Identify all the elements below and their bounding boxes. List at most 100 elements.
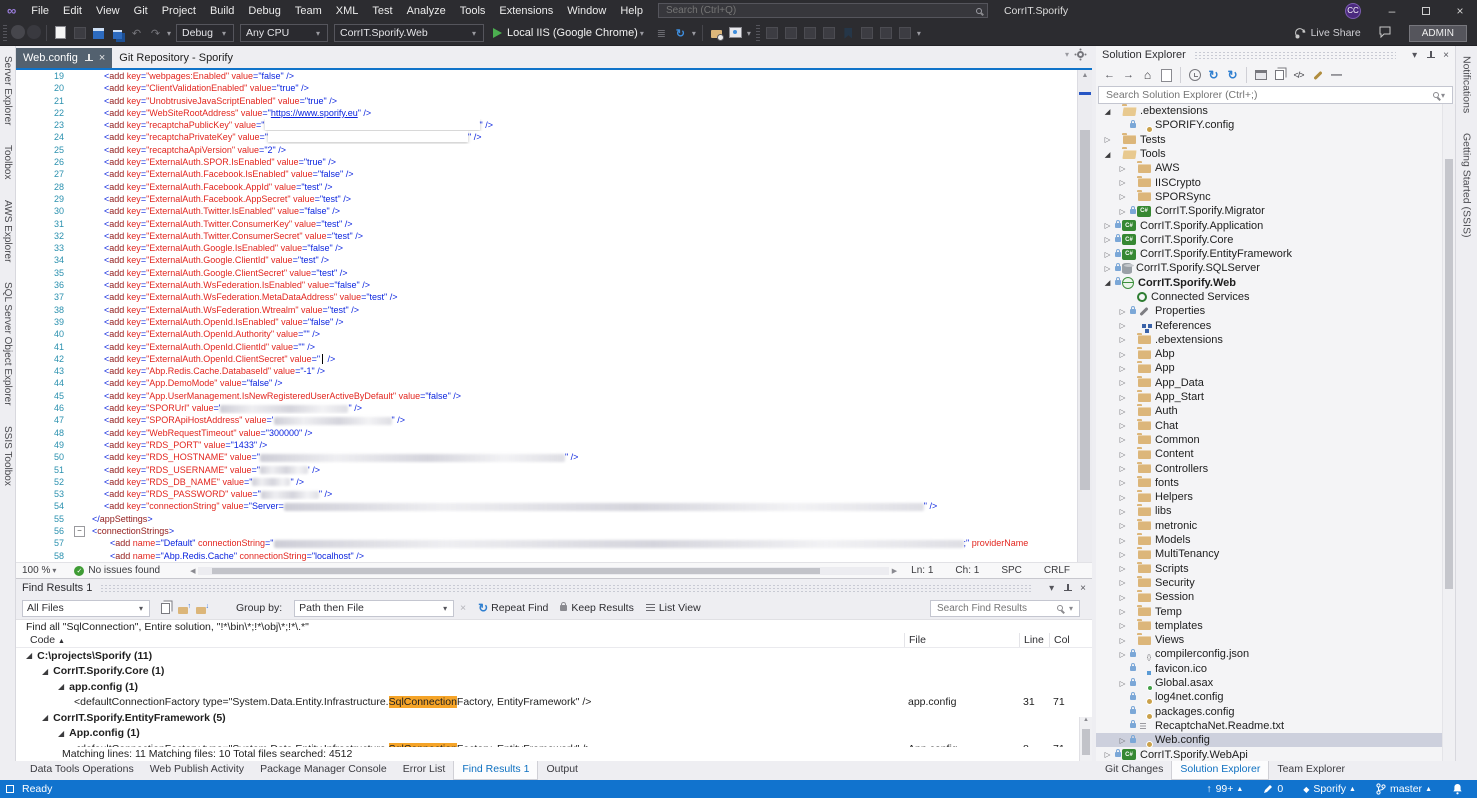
- tree-item-corrit-sporify-core[interactable]: ▷CorrIT.Sporify.Core: [1096, 233, 1455, 247]
- collapsed-twistie-icon[interactable]: ▷: [1117, 350, 1128, 359]
- collapsed-twistie-icon[interactable]: ▷: [1117, 564, 1128, 573]
- editor-line[interactable]: 32<add key="ExternalAuth.Twitter.Consume…: [16, 230, 1077, 242]
- tree-item-iiscrypto[interactable]: ▷IISCrypto: [1096, 175, 1455, 189]
- close-icon[interactable]: ×: [1443, 50, 1449, 61]
- find-result-row[interactable]: ◢CorrIT.Sporify.EntityFramework (5): [16, 710, 1092, 726]
- menu-tools[interactable]: Tools: [453, 3, 493, 19]
- panel-dropdown-icon[interactable]: ▾: [1049, 583, 1054, 594]
- tree-item-sporify-config[interactable]: SPORIFY.config: [1096, 118, 1455, 132]
- collapsed-twistie-icon[interactable]: ▷: [1117, 621, 1128, 630]
- browser-link-icon[interactable]: [727, 24, 744, 41]
- code-view-icon[interactable]: </>: [1290, 67, 1307, 83]
- tree-item-corrit-sporify-application[interactable]: ▷CorrIT.Sporify.Application: [1096, 218, 1455, 232]
- expanded-twistie-icon[interactable]: ◢: [1102, 278, 1113, 287]
- copy-path-icon[interactable]: [1271, 67, 1288, 83]
- collapsed-twistie-icon[interactable]: ▷: [1102, 264, 1113, 273]
- branch-button[interactable]: master▲: [1376, 783, 1432, 795]
- editor-line[interactable]: 54<add key="connectionString" value="Ser…: [16, 500, 1077, 512]
- tree-item-tools[interactable]: ◢Tools: [1096, 147, 1455, 161]
- gear-icon[interactable]: [1077, 51, 1084, 58]
- home-icon[interactable]: ⌂: [1139, 67, 1156, 83]
- health-check-icon[interactable]: ✓: [74, 566, 84, 576]
- find-result-row[interactable]: ◢CorrIT.Sporify.Core (1): [16, 664, 1092, 680]
- expanded-twistie-icon[interactable]: ◢: [58, 729, 64, 738]
- forward-icon[interactable]: →: [1120, 67, 1137, 83]
- find-result-row[interactable]: <defaultConnectionFactory type="System.D…: [16, 695, 1092, 711]
- menu-edit[interactable]: Edit: [56, 3, 89, 19]
- tree-item-corrit-sporify-webapi[interactable]: ▷CorrIT.Sporify.WebApi: [1096, 747, 1455, 761]
- nest-related-icon[interactable]: [1252, 67, 1269, 83]
- pin-icon[interactable]: [1427, 51, 1435, 60]
- editor-line[interactable]: 26<add key="ExternalAuth.SPOR.IsEnabled"…: [16, 156, 1077, 168]
- group-by-dropdown[interactable]: Path then File▾: [294, 600, 454, 617]
- save-icon[interactable]: [90, 25, 107, 42]
- tree-item-templates[interactable]: ▷templates: [1096, 619, 1455, 633]
- menu-extensions[interactable]: Extensions: [492, 3, 560, 19]
- refresh-icon[interactable]: [672, 25, 689, 42]
- undock-icon[interactable]: [764, 24, 781, 41]
- collapse-all-icon[interactable]: —: [1328, 67, 1345, 83]
- tree-item-sporsync[interactable]: ▷SPORSync: [1096, 190, 1455, 204]
- collapsed-twistie-icon[interactable]: ▷: [1117, 493, 1128, 502]
- editor-line[interactable]: 52<add key="RDS_DB_NAME" value="" />: [16, 476, 1077, 488]
- editor-line[interactable]: 33<add key="ExternalAuth.Google.IsEnable…: [16, 242, 1077, 254]
- editor-horizontal-scrollbar[interactable]: ◀ ▶: [190, 567, 897, 575]
- redo-icon[interactable]: [147, 25, 164, 42]
- tree-item-ebextensions[interactable]: ◢.ebextensions: [1096, 104, 1455, 118]
- admin-badge[interactable]: ADMIN: [1409, 25, 1467, 42]
- indent-increase-icon[interactable]: [821, 24, 838, 41]
- solution-search-box[interactable]: ▾: [1098, 86, 1453, 104]
- side-tab-ssis-toolbox[interactable]: SSIS Toolbox: [1, 416, 14, 496]
- editor-line[interactable]: 43<add key="Abp.Redis.Cache.DatabaseId" …: [16, 365, 1077, 377]
- collapsed-twistie-icon[interactable]: ▷: [1117, 593, 1128, 602]
- panel-tab-output[interactable]: Output: [538, 761, 586, 780]
- editor-line[interactable]: 38<add key="ExternalAuth.WsFederation.Wt…: [16, 304, 1077, 316]
- collapsed-twistie-icon[interactable]: ▷: [1117, 435, 1128, 444]
- panel-dropdown-icon[interactable]: ▾: [1412, 50, 1417, 61]
- find-result-row[interactable]: ◢App.config (1): [16, 726, 1092, 742]
- list-view-button[interactable]: List View: [659, 602, 701, 614]
- sync-icon[interactable]: ↻: [1205, 67, 1222, 83]
- editor-line[interactable]: 46<add key="SPORUrl" value='" />: [16, 402, 1077, 414]
- solution-explorer-header[interactable]: Solution Explorer ▾ ×: [1096, 46, 1455, 64]
- editor-line[interactable]: 35<add key="ExternalAuth.Google.ClientSe…: [16, 267, 1077, 279]
- menu-test[interactable]: Test: [365, 3, 399, 19]
- forward-icon[interactable]: [27, 25, 41, 39]
- editor-line[interactable]: 23<add key="recaptchaPublicKey" value=""…: [16, 119, 1077, 131]
- undo-icon[interactable]: [128, 25, 145, 42]
- tree-item-app[interactable]: ▷App: [1096, 361, 1455, 375]
- editor-line[interactable]: 53<add key="RDS_PASSWORD" value="" />: [16, 488, 1077, 500]
- panel-tab-team-explorer[interactable]: Team Explorer: [1269, 761, 1353, 780]
- tree-item-corrit-sporify-migrator[interactable]: ▷CorrIT.Sporify.Migrator: [1096, 204, 1455, 218]
- find-results-search-input[interactable]: [935, 602, 1053, 615]
- restore-button[interactable]: [1409, 0, 1443, 21]
- expanded-twistie-icon[interactable]: ◢: [1102, 150, 1113, 159]
- close-button[interactable]: ×: [1443, 0, 1477, 21]
- collapsed-twistie-icon[interactable]: ▷: [1117, 736, 1128, 745]
- expanded-twistie-icon[interactable]: ◢: [58, 682, 64, 691]
- editor-line[interactable]: 58<add name="Abp.Redis.Cache" connection…: [16, 550, 1077, 562]
- zoom-level-dropdown[interactable]: 100 %▾: [16, 565, 64, 576]
- tree-item-app-data[interactable]: ▷App_Data: [1096, 376, 1455, 390]
- tree-item-ebextensions[interactable]: ▷.ebextensions: [1096, 333, 1455, 347]
- solution-explorer-scrollbar[interactable]: [1442, 104, 1455, 761]
- collapsed-twistie-icon[interactable]: ▷: [1117, 407, 1128, 416]
- collapsed-twistie-icon[interactable]: ▷: [1117, 164, 1128, 173]
- tree-item-models[interactable]: ▷Models: [1096, 533, 1455, 547]
- scroll-up-icon[interactable]: ▲: [1078, 72, 1092, 79]
- panel-tab-git-changes[interactable]: Git Changes: [1097, 761, 1171, 780]
- editor-line[interactable]: 45<add key="App.UserManagement.IsNewRegi…: [16, 390, 1077, 402]
- collapsed-twistie-icon[interactable]: ▷: [1102, 235, 1113, 244]
- panel-tab-package-manager-console[interactable]: Package Manager Console: [252, 761, 395, 780]
- menu-git[interactable]: Git: [127, 3, 155, 19]
- toolbar-grip[interactable]: [756, 25, 760, 41]
- editor-line[interactable]: 21<add key="UnobtrusiveJavaScriptEnabled…: [16, 95, 1077, 107]
- clear-bookmarks-icon[interactable]: [897, 24, 914, 41]
- editor-line[interactable]: 30<add key="ExternalAuth.Twitter.IsEnabl…: [16, 205, 1077, 217]
- pin-icon[interactable]: [85, 54, 93, 62]
- tree-item-web-config[interactable]: ▷Web.config: [1096, 733, 1455, 747]
- undo-dropdown-icon[interactable]: ▾: [167, 29, 171, 38]
- editor-line[interactable]: 19<add key="webpages:Enabled" value="fal…: [16, 70, 1077, 82]
- menu-file[interactable]: File: [24, 3, 56, 19]
- tree-item-auth[interactable]: ▷Auth: [1096, 404, 1455, 418]
